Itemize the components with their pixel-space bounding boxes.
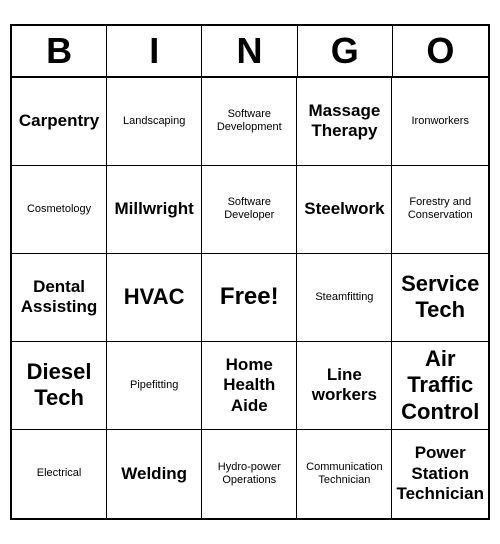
cell-text-6: Millwright: [115, 199, 194, 219]
bingo-cell-6: Millwright: [107, 166, 202, 254]
cell-text-8: Steelwork: [304, 199, 384, 219]
bingo-cell-5: Cosmetology: [12, 166, 107, 254]
cell-text-1: Landscaping: [123, 115, 185, 128]
cell-text-7: Software Developer: [206, 196, 292, 222]
cell-text-14: Service Tech: [396, 271, 484, 324]
cell-text-21: Welding: [121, 464, 187, 484]
cell-text-3: Massage Therapy: [301, 101, 387, 142]
bingo-cell-9: Forestry and Conservation: [392, 166, 488, 254]
bingo-letter-o: O: [393, 26, 488, 76]
cell-text-15: Diesel Tech: [16, 359, 102, 412]
bingo-cell-10: Dental Assisting: [12, 254, 107, 342]
cell-text-0: Carpentry: [19, 111, 99, 131]
cell-text-10: Dental Assisting: [16, 277, 102, 318]
bingo-cell-4: Ironworkers: [392, 78, 488, 166]
cell-text-20: Electrical: [37, 467, 82, 480]
bingo-cell-11: HVAC: [107, 254, 202, 342]
cell-text-16: Pipefitting: [130, 379, 178, 392]
cell-text-19: Air Traffic Control: [396, 346, 484, 425]
bingo-cell-22: Hydro-power Operations: [202, 430, 297, 518]
bingo-cell-14: Service Tech: [392, 254, 488, 342]
cell-text-22: Hydro-power Operations: [206, 461, 292, 487]
cell-text-9: Forestry and Conservation: [396, 196, 484, 222]
bingo-cell-15: Diesel Tech: [12, 342, 107, 430]
cell-text-13: Steamfitting: [315, 291, 373, 304]
bingo-letter-n: N: [202, 26, 297, 76]
bingo-cell-19: Air Traffic Control: [392, 342, 488, 430]
bingo-cell-7: Software Developer: [202, 166, 297, 254]
cell-text-12: Free!: [220, 283, 279, 311]
cell-text-2: Software Development: [206, 108, 292, 134]
bingo-cell-24: Power Station Technician: [392, 430, 488, 518]
bingo-cell-21: Welding: [107, 430, 202, 518]
bingo-letter-g: G: [298, 26, 393, 76]
bingo-letter-i: I: [107, 26, 202, 76]
bingo-cell-0: Carpentry: [12, 78, 107, 166]
bingo-header: BINGO: [12, 26, 488, 78]
bingo-cell-3: Massage Therapy: [297, 78, 392, 166]
cell-text-24: Power Station Technician: [396, 443, 484, 504]
bingo-cell-17: Home Health Aide: [202, 342, 297, 430]
bingo-cell-16: Pipefitting: [107, 342, 202, 430]
bingo-cell-13: Steamfitting: [297, 254, 392, 342]
bingo-cell-18: Line workers: [297, 342, 392, 430]
bingo-cell-23: Communication Technician: [297, 430, 392, 518]
cell-text-18: Line workers: [301, 365, 387, 406]
cell-text-11: HVAC: [124, 284, 185, 310]
cell-text-5: Cosmetology: [27, 203, 91, 216]
bingo-cell-20: Electrical: [12, 430, 107, 518]
bingo-cell-2: Software Development: [202, 78, 297, 166]
bingo-cell-12: Free!: [202, 254, 297, 342]
bingo-cell-1: Landscaping: [107, 78, 202, 166]
cell-text-23: Communication Technician: [301, 461, 387, 487]
bingo-letter-b: B: [12, 26, 107, 76]
bingo-cell-8: Steelwork: [297, 166, 392, 254]
cell-text-17: Home Health Aide: [206, 355, 292, 416]
bingo-card: BINGO Carpentry Landscaping Software Devel…: [10, 24, 490, 520]
bingo-grid: Carpentry Landscaping Software Development…: [12, 78, 488, 518]
cell-text-4: Ironworkers: [411, 115, 468, 128]
